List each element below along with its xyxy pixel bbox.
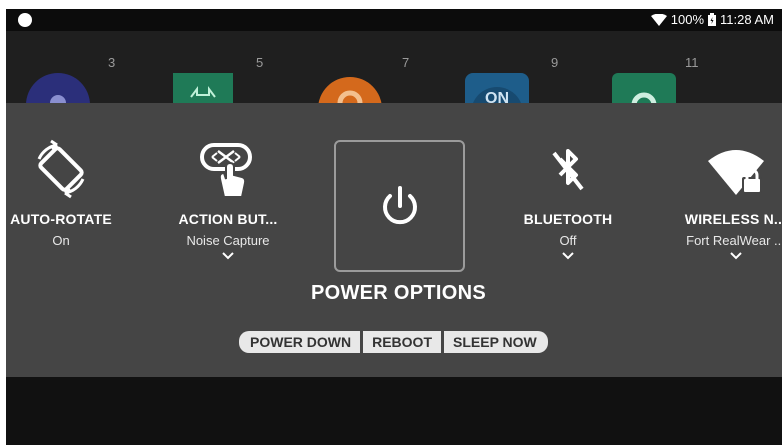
app-number: 9 (551, 55, 559, 70)
wifi-lock-icon (706, 135, 766, 199)
tile-subtitle: Off (559, 233, 577, 248)
bottom-area (6, 377, 782, 445)
app-number: 5 (256, 55, 264, 70)
wifi-icon (650, 13, 667, 26)
device-screen: 100% 11:28 AM 3 5 7 9 11 ON AUTO-ROTATE … (6, 9, 782, 445)
background-app-rail: 3 5 7 9 11 ON (6, 31, 782, 105)
app-green-icon[interactable] (171, 73, 235, 105)
tile-title: BLUETOOTH (523, 211, 613, 227)
on-badge-icon[interactable]: ON (465, 73, 529, 105)
status-right: 100% 11:28 AM (650, 12, 774, 27)
gear-icon[interactable] (318, 73, 382, 105)
tile-bluetooth[interactable]: BLUETOOTH Off (513, 135, 623, 260)
power-options-title: POWER OPTIONS (310, 282, 487, 304)
action-button-icon (198, 135, 258, 199)
tile-auto-rotate[interactable]: AUTO-ROTATE On (7, 135, 115, 248)
power-button[interactable] (334, 140, 465, 272)
app-number: 3 (108, 55, 116, 70)
app-circle-icon[interactable] (26, 73, 90, 105)
sleep-now-button[interactable]: SLEEP NOW (444, 331, 548, 353)
power-icon (382, 186, 417, 225)
power-action-group: POWER DOWN REBOOT SLEEP NOW (239, 331, 548, 353)
notification-dot-icon (18, 13, 32, 27)
settings-gear-icon[interactable] (612, 73, 676, 105)
tile-action-button[interactable]: ACTION BUT... Noise Capture (168, 135, 288, 260)
tile-title: WIRELESS N... (684, 211, 782, 227)
chevron-down-icon[interactable] (561, 250, 575, 260)
reboot-button[interactable]: REBOOT (363, 331, 441, 353)
tile-title: AUTO-ROTATE (10, 211, 112, 227)
app-number: 7 (402, 55, 410, 70)
bluetooth-off-icon (538, 135, 598, 199)
power-down-button[interactable]: POWER DOWN (239, 331, 361, 353)
chevron-down-icon[interactable] (221, 250, 235, 260)
tile-subtitle: Fort RealWear ... (686, 233, 782, 248)
tile-wireless-network[interactable]: WIRELESS N... Fort RealWear ... (678, 135, 782, 260)
tile-subtitle: On (52, 233, 70, 248)
clock: 11:28 AM (720, 12, 774, 27)
tile-title: ACTION BUT... (178, 211, 278, 227)
battery-percent: 100% (670, 12, 705, 27)
rotate-icon (31, 135, 91, 199)
tile-subtitle: Noise Capture (186, 233, 270, 248)
chevron-down-icon[interactable] (729, 250, 743, 260)
app-number: 11 (685, 55, 699, 70)
status-bar: 100% 11:28 AM (6, 9, 782, 31)
battery-icon (708, 13, 717, 26)
